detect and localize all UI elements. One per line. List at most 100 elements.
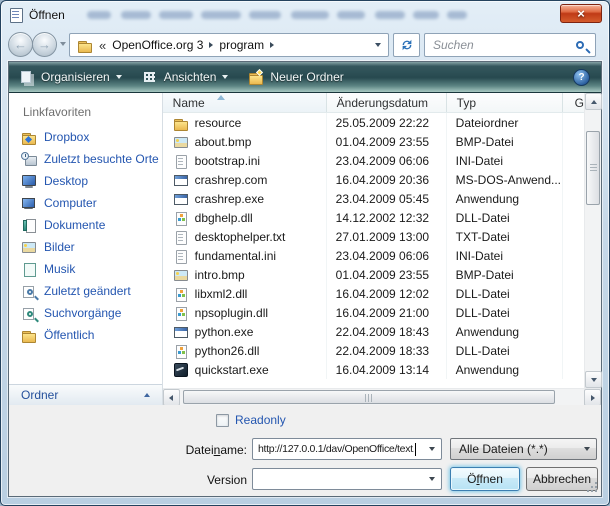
refresh-button[interactable] (393, 33, 420, 57)
titlebar[interactable]: Öffnen × (1, 1, 609, 29)
file-name-cell[interactable]: libxml2.dll (163, 284, 327, 303)
file-name: dbghelp.dll (195, 211, 253, 225)
horizontal-scroll-thumb[interactable] (183, 390, 555, 404)
file-row-crashrep-com[interactable]: crashrep.com16.04.2009 20:36MS-DOS-Anwen… (163, 170, 584, 189)
file-row-resource[interactable]: resource25.05.2009 22:22Dateiordner (163, 113, 584, 132)
new-folder-button[interactable]: Neuer Ordner (238, 62, 353, 92)
search-input[interactable]: Suchen (424, 33, 596, 57)
file-row-crashrep-exe[interactable]: crashrep.exe23.04.2009 05:45Anwendung (163, 189, 584, 208)
sidebar-item-desktop[interactable]: Desktop (9, 170, 162, 192)
breadcrumb-item-program[interactable]: program (219, 38, 264, 52)
views-button[interactable]: Ansichten (132, 62, 239, 92)
sidebar-item-zuletzt-ge-ndert[interactable]: Zuletzt geändert (9, 280, 162, 302)
sidebar-item-zuletzt-besuchte-orte[interactable]: Zuletzt besuchte Orte (9, 148, 162, 170)
sidebar-item-ffentlich[interactable]: Öffentlich (9, 324, 162, 346)
horizontal-scrollbar[interactable] (163, 388, 601, 405)
scroll-left-button[interactable] (163, 389, 180, 406)
breadcrumb[interactable]: « OpenOffice.org 3 program (69, 33, 389, 57)
pictures-icon (173, 267, 189, 283)
sidebar-item-suchvorg-nge[interactable]: Suchvorgänge (9, 302, 162, 324)
sidebar-item-computer[interactable]: Computer (9, 192, 162, 214)
chevron-left-icon (169, 395, 173, 401)
file-date-cell: 16.04.2009 20:36 (327, 170, 447, 189)
scroll-down-button[interactable] (585, 371, 602, 388)
file-date-cell: 25.05.2009 22:22 (327, 113, 447, 132)
column-header-name[interactable]: Name (163, 93, 327, 112)
file-name-cell[interactable]: resource (163, 113, 327, 132)
folders-expander[interactable]: Ordner (9, 384, 162, 405)
file-name-cell[interactable]: about.bmp (163, 132, 327, 151)
scroll-up-button[interactable] (585, 93, 602, 110)
chevron-right-icon[interactable] (270, 42, 274, 48)
file-row-dbghelp-dll[interactable]: dbghelp.dll14.12.2002 12:32DLL-Datei (163, 208, 584, 227)
close-button[interactable]: × (560, 4, 602, 23)
help-button[interactable] (563, 62, 601, 92)
file-name-cell[interactable]: npsoplugin.dll (163, 303, 327, 322)
open-button[interactable]: Öffnen (450, 467, 520, 491)
column-header-size[interactable]: G (563, 93, 584, 112)
sidebar-item-label: Dropbox (44, 130, 89, 144)
file-size-cell (563, 303, 584, 322)
column-header-date[interactable]: Änderungsdatum (327, 93, 447, 112)
version-dropdown-button[interactable] (424, 470, 440, 488)
file-name-cell[interactable]: python.exe (163, 322, 327, 341)
breadcrumb-item-openoffice[interactable]: OpenOffice.org 3 (112, 38, 203, 52)
new-folder-label: Neuer Ordner (270, 70, 343, 84)
column-header-type[interactable]: Typ (447, 93, 563, 112)
file-row-intro-bmp[interactable]: intro.bmp01.04.2009 23:55BMP-Datei (163, 265, 584, 284)
file-name-cell[interactable]: bootstrap.ini (163, 151, 327, 170)
background-blur (291, 11, 329, 19)
readonly-checkbox[interactable] (216, 414, 229, 427)
file-name: intro.bmp (195, 268, 245, 282)
scroll-right-button[interactable] (584, 389, 601, 406)
file-name-cell[interactable]: intro.bmp (163, 265, 327, 284)
file-name-cell[interactable]: python26.dll (163, 341, 327, 360)
forward-button[interactable]: → (32, 32, 57, 57)
file-row-npsoplugin-dll[interactable]: npsoplugin.dll16.04.2009 21:00DLL-Datei (163, 303, 584, 322)
chevron-right-icon[interactable] (209, 42, 213, 48)
file-type-cell: DLL-Datei (447, 208, 563, 227)
sidebar-item-dropbox[interactable]: Dropbox (9, 126, 162, 148)
resize-grip[interactable] (587, 482, 598, 493)
file-row-quickstart-exe[interactable]: quickstart.exe16.04.2009 13:14Anwendung (163, 360, 584, 379)
background-blur (159, 11, 193, 19)
filename-input[interactable]: http://127.0.0.1/dav/OpenOffice/text.odt (252, 438, 442, 460)
filetype-select[interactable]: Alle Dateien (*.*) (450, 438, 597, 460)
file-name-cell[interactable]: fundamental.ini (163, 246, 327, 265)
version-select[interactable] (252, 468, 442, 490)
filename-dropdown-button[interactable] (424, 440, 440, 458)
file-row-libxml2-dll[interactable]: libxml2.dll16.04.2009 12:02DLL-Datei (163, 284, 584, 303)
file-date-cell: 16.04.2009 13:14 (327, 360, 447, 379)
back-button[interactable]: ← (8, 32, 33, 57)
vertical-scrollbar[interactable] (584, 93, 601, 388)
file-name-cell[interactable]: crashrep.exe (163, 189, 327, 208)
sidebar-item-dokumente[interactable]: Dokumente (9, 214, 162, 236)
computer-icon (21, 195, 37, 211)
file-row-python26-dll[interactable]: python26.dll22.04.2009 18:33DLL-Datei (163, 341, 584, 360)
file-type-cell: MS-DOS-Anwend... (447, 170, 563, 189)
history-dropdown-icon[interactable] (60, 42, 66, 46)
filetype-dropdown-button[interactable] (579, 440, 595, 458)
organize-button[interactable]: Organisieren (9, 62, 132, 92)
file-row-about-bmp[interactable]: about.bmp01.04.2009 23:55BMP-Datei (163, 132, 584, 151)
sidebar-item-bilder[interactable]: Bilder (9, 236, 162, 258)
file-row-fundamental-ini[interactable]: fundamental.ini23.04.2009 06:06INI-Datei (163, 246, 584, 265)
breadcrumb-dropdown-icon[interactable] (375, 43, 381, 47)
breadcrumb-overflow[interactable]: « (99, 38, 106, 53)
file-name-cell[interactable]: dbghelp.dll (163, 208, 327, 227)
readonly-label[interactable]: Readonly (235, 413, 286, 427)
file-row-desktophelper-txt[interactable]: desktophelper.txt27.01.2009 13:00TXT-Dat… (163, 227, 584, 246)
vertical-scroll-thumb[interactable] (586, 131, 600, 205)
sidebar-item-musik[interactable]: Musik (9, 258, 162, 280)
searches-icon (21, 305, 37, 321)
back-icon: ← (14, 37, 27, 52)
file-row-bootstrap-ini[interactable]: bootstrap.ini23.04.2009 06:06INI-Datei (163, 151, 584, 170)
file-name: python.exe (195, 325, 254, 339)
file-name-cell[interactable]: quickstart.exe (163, 360, 327, 379)
file-row-python-exe[interactable]: python.exe22.04.2009 18:43Anwendung (163, 322, 584, 341)
file-size-cell (563, 170, 584, 189)
filename-label: Dateiname: (147, 443, 247, 457)
file-name-cell[interactable]: crashrep.com (163, 170, 327, 189)
search-icon[interactable] (576, 41, 584, 49)
file-name-cell[interactable]: desktophelper.txt (163, 227, 327, 246)
